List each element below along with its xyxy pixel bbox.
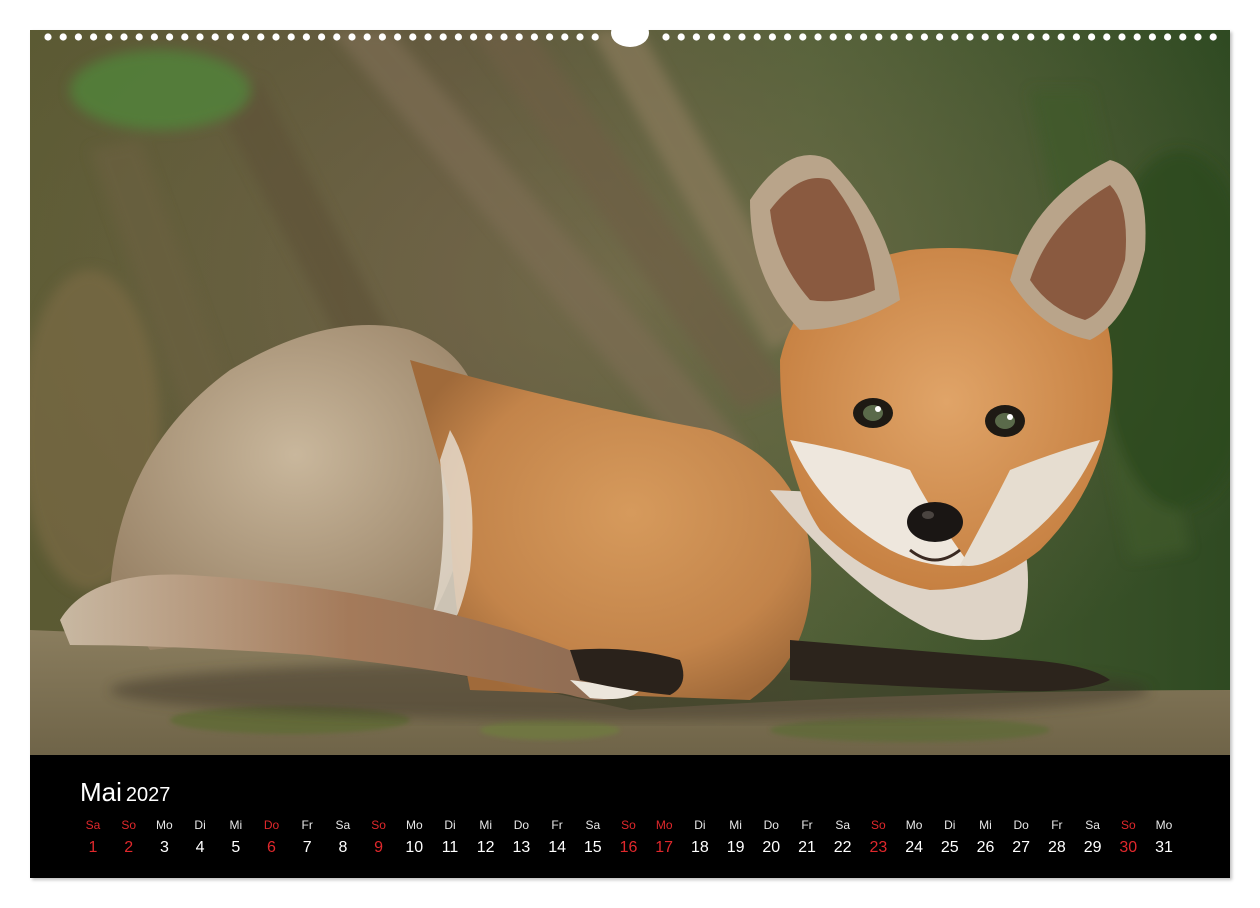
day-number: 16 <box>619 839 638 856</box>
weekday-label: Fr <box>1051 818 1063 832</box>
day-number: 10 <box>405 839 424 856</box>
day-number: 29 <box>1083 839 1102 856</box>
day-number: 13 <box>512 839 531 856</box>
weekday-label: Sa <box>1085 818 1100 832</box>
day-number: 20 <box>762 839 781 856</box>
day-number: 3 <box>159 839 169 856</box>
day-number: 27 <box>1012 839 1031 856</box>
weekday-label: Mo <box>905 818 923 832</box>
day-number: 22 <box>833 839 852 856</box>
weekday-label: Mi <box>229 818 243 832</box>
weekday-label: Mo <box>655 818 673 832</box>
day-number: 30 <box>1119 839 1138 856</box>
weekday-label: Sa <box>335 818 351 832</box>
day-number: 1 <box>88 839 98 856</box>
day-number: 17 <box>655 839 674 856</box>
day-number: 24 <box>905 839 923 856</box>
day-number-row: 1 2 3 4 5 6 7 8 9 10 11 12 13 14 15 16 17 18 19 20 21 22 23 24 2… <box>30 839 1230 859</box>
day-number: 12 <box>476 839 495 856</box>
day-number: 14 <box>548 839 566 856</box>
day-number: 19 <box>726 839 745 856</box>
weekday-label: Do <box>1013 818 1029 832</box>
day-number: 7 <box>302 839 312 856</box>
day-number: 8 <box>338 839 348 856</box>
weekday-label: Fr <box>801 818 813 832</box>
day-number: 9 <box>374 839 384 856</box>
weekday-label: Di <box>444 818 456 832</box>
weekday-label: So <box>371 818 386 832</box>
day-number: 15 <box>583 839 602 856</box>
day-number: 18 <box>690 839 709 856</box>
year: 2027 <box>125 784 171 806</box>
weekday-label: Mi <box>479 818 493 832</box>
day-number: 5 <box>231 839 241 856</box>
month-name: Mai <box>80 777 122 807</box>
weekday-label: Mo <box>405 818 423 832</box>
weekday-label: Do <box>513 818 530 832</box>
weekday-label: Sa <box>585 818 601 832</box>
weekday-label: Mo <box>1155 818 1173 832</box>
day-number: 21 <box>798 839 816 856</box>
weekday-label: Fr <box>301 818 313 832</box>
month-title: Mai 2027 <box>80 777 170 808</box>
weekday-label: So <box>621 818 636 832</box>
weekday-label: Di <box>694 818 706 832</box>
day-number: 26 <box>976 839 995 856</box>
fox-illustration <box>30 30 1230 755</box>
day-number: 28 <box>1047 839 1066 856</box>
weekday-label: So <box>121 818 137 832</box>
day-number: 25 <box>940 839 959 856</box>
weekday-label: Fr <box>551 818 563 832</box>
weekday-label: Do <box>263 818 280 832</box>
day-number: 23 <box>869 839 888 856</box>
day-number: 11 <box>441 839 459 856</box>
weekday-label: Sa <box>835 818 851 832</box>
weekday-label: Mo <box>156 818 173 832</box>
day-number: 6 <box>267 839 276 856</box>
day-number: 2 <box>124 839 134 856</box>
calendar-strip: Mai 2027 Sa So Mo Di Mi Do Fr Sa So Mo Di Mi Do Fr Sa So… <box>30 755 1230 878</box>
weekday-label: Di <box>944 818 956 832</box>
day-number: 31 <box>1155 839 1173 856</box>
weekday-label: Do <box>763 818 779 832</box>
day-number: 4 <box>195 839 205 856</box>
weekday-label: Mi <box>729 818 742 832</box>
calendar-sheet <box>30 30 1230 878</box>
weekday-label: Mi <box>979 818 992 832</box>
weekday-label: So <box>1120 818 1136 832</box>
weekday-label: Di <box>194 818 206 832</box>
weekday-label: So <box>871 818 886 832</box>
weekday-label: Sa <box>85 818 101 832</box>
weekday-row: Sa So Mo Di Mi Do Fr Sa So Mo Di Mi Do Fr Sa So Mo Di Mi Do… <box>30 818 1230 838</box>
fox-cub-photo <box>30 30 1230 755</box>
